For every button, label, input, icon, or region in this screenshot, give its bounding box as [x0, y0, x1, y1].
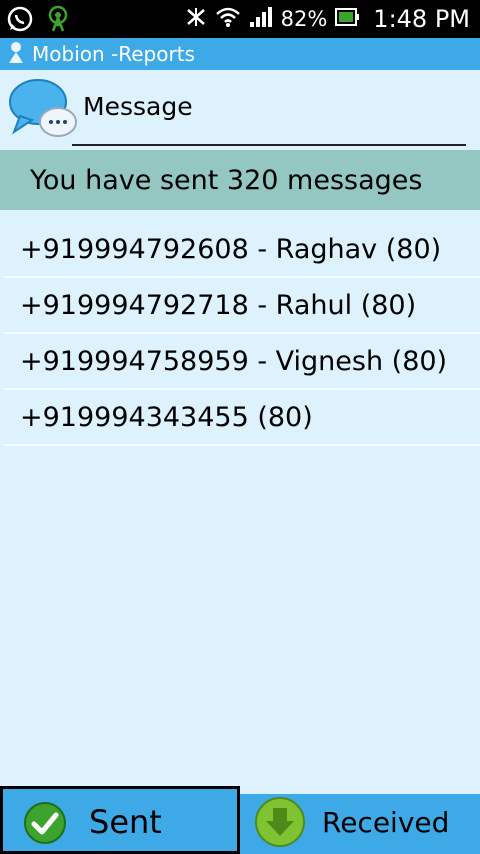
received-tab-label: Received: [322, 806, 450, 839]
list-item-label: +919994792608 - Raghav (80): [20, 233, 442, 265]
header-title: Message: [83, 92, 193, 121]
list-item[interactable]: +919994343455 (80): [4, 390, 480, 446]
bottom-tab-bar: Sent Received: [0, 786, 480, 854]
wifi-icon: [215, 6, 241, 32]
list-item-label: +919994343455 (80): [20, 401, 313, 433]
down-arrow-icon: [254, 796, 306, 852]
bluetooth-off-icon: [185, 6, 207, 32]
clock: 1:48 PM: [373, 5, 470, 33]
cell-signal-icon: [249, 6, 273, 32]
received-tab-button[interactable]: Received: [240, 794, 480, 854]
list-item[interactable]: +919994758959 - Vignesh (80): [4, 334, 480, 390]
summary-bar: You have sent 320 messages: [0, 150, 480, 210]
sent-tab-label: Sent: [89, 803, 162, 841]
status-bar: 82% 1:48 PM: [0, 0, 480, 38]
contact-list: +919994792608 - Raghav (80) +91999479271…: [4, 222, 480, 446]
header-divider: [72, 144, 466, 146]
list-item[interactable]: +919994792718 - Rahul (80): [4, 278, 480, 334]
status-bar-right: 82% 1:48 PM: [185, 0, 470, 38]
signal-tower-icon: [44, 5, 72, 37]
summary-text: You have sent 320 messages: [30, 164, 423, 196]
battery-icon: [335, 7, 360, 31]
chat-bubble-icon: [8, 76, 78, 146]
battery-percent: 82%: [280, 7, 328, 31]
list-item-label: +919994758959 - Vignesh (80): [20, 345, 448, 377]
message-header: Message: [0, 70, 480, 150]
app-title-bar: Mobion -Reports: [0, 38, 480, 70]
sent-tab-button[interactable]: Sent: [0, 786, 240, 854]
whatsapp-icon: [6, 5, 34, 37]
app-title: Mobion -Reports: [32, 42, 195, 66]
list-item-label: +919994792718 - Rahul (80): [20, 289, 417, 321]
app-logo-icon: [6, 40, 26, 68]
status-bar-left: [6, 5, 72, 37]
list-item[interactable]: +919994792608 - Raghav (80): [4, 222, 480, 278]
checkmark-icon: [23, 801, 67, 849]
